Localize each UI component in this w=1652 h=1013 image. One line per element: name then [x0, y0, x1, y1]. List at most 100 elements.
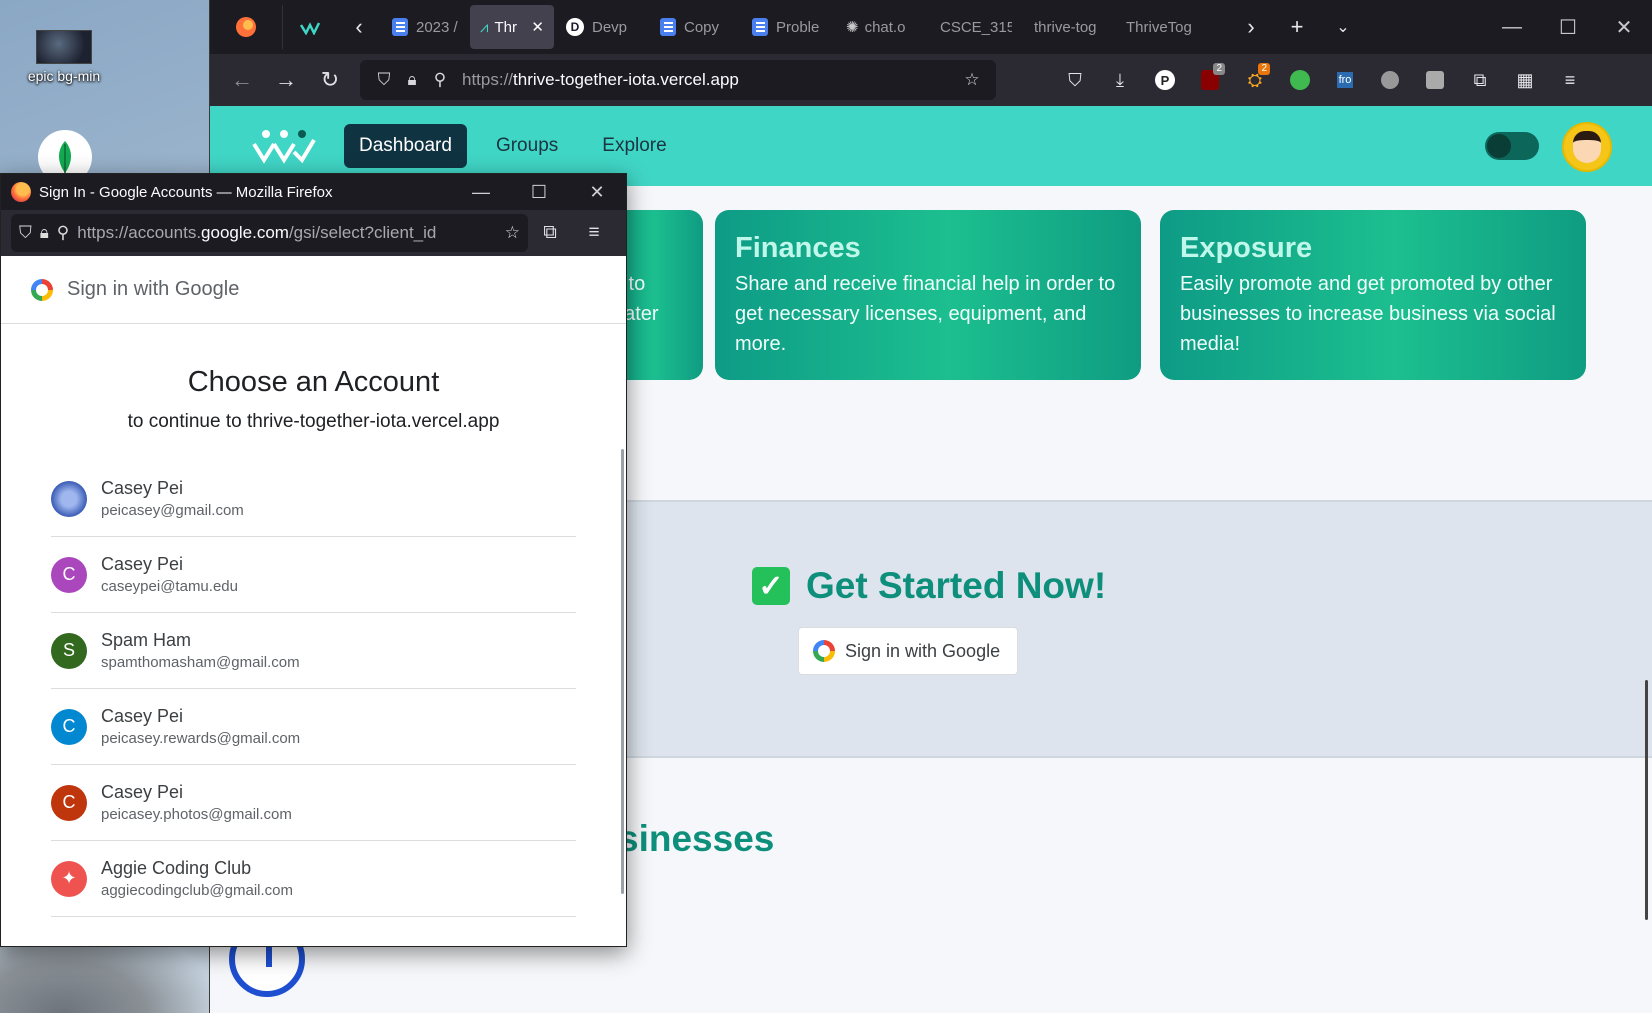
pocket-icon[interactable]: ⛉: [1058, 63, 1092, 97]
popup-window-controls: — ☐ ✕: [452, 174, 626, 210]
businesses-heading: sinesses: [618, 818, 775, 859]
lock-icon[interactable]: 🔒︎: [398, 70, 426, 90]
extension-green-circle-icon[interactable]: [1283, 63, 1317, 97]
tab-label: ThriveTog: [1126, 18, 1192, 36]
extension-grid-icon[interactable]: ▦: [1508, 63, 1542, 97]
bookmark-star-icon[interactable]: ☆: [958, 70, 986, 90]
tab-scroll-left-icon[interactable]: ‹: [336, 5, 382, 49]
bookmark-star-icon[interactable]: ☆: [505, 223, 520, 243]
firefox-view-icon[interactable]: [210, 5, 282, 49]
desktop-file-icon[interactable]: epic bg-min: [18, 30, 110, 84]
card-text: Share and receive financial help in orde…: [735, 273, 1116, 355]
extension-gray-icon[interactable]: [1373, 63, 1407, 97]
list-all-tabs-icon[interactable]: ⌄: [1320, 5, 1366, 49]
popup-menu-icon[interactable]: ≡: [572, 222, 616, 244]
tab-label: chat.o: [864, 18, 906, 36]
tab-label: CSCE_315: [940, 18, 1012, 36]
account-avatar: C: [51, 556, 87, 593]
reload-icon[interactable]: ↻: [308, 60, 352, 100]
theme-toggle[interactable]: [1485, 132, 1539, 160]
nav-link-groups[interactable]: Groups: [481, 124, 573, 168]
nav-link-dashboard[interactable]: Dashboard: [344, 124, 467, 168]
page-scrollbar[interactable]: [1645, 680, 1648, 920]
checkmark-icon: ✓: [752, 567, 790, 605]
address-bar[interactable]: ⛉ 🔒︎ ⚲ https://thrive-together-iota.verc…: [360, 60, 996, 100]
extensions-puzzle-icon[interactable]: ⧉: [1463, 63, 1497, 97]
extensions-toolbar: ⛉ ⤓ P 2 ⛭ 2 fro ⧉ ▦ ≡: [1058, 63, 1587, 97]
browser-tab[interactable]: ThriveTog: [1116, 5, 1206, 49]
url-text[interactable]: https://thrive-together-iota.vercel.app: [462, 70, 958, 90]
browser-tab[interactable]: 2023 /: [382, 5, 468, 49]
card-title: Exposure: [1180, 232, 1313, 264]
navigation-toolbar: ← → ↻ ⛉ 🔒︎ ⚲ https://thrive-together-iot…: [210, 54, 1652, 106]
tab-scroll-right-icon[interactable]: ›: [1228, 5, 1274, 49]
tab-list: 2023 / ⩘ Thr ✕ D Devp Copy Proble ✺ chat.o CSCE_31…: [382, 5, 1228, 49]
close-icon[interactable]: ✕: [1596, 0, 1652, 54]
account-row[interactable]: C Casey Pei caseypei@tamu.edu: [51, 537, 576, 613]
feature-card-finances: Finances Share and receive financial hel…: [715, 210, 1141, 380]
gsi-header: Sign in with Google: [1, 256, 626, 324]
user-avatar[interactable]: [1562, 122, 1612, 172]
account-row[interactable]: Casey Pei peicasey@gmail.com: [51, 461, 576, 537]
account-avatar: S: [51, 632, 87, 669]
new-tab-icon[interactable]: +: [1274, 5, 1320, 49]
popup-close-icon[interactable]: ✕: [568, 174, 626, 210]
pinned-tab-thrive-icon[interactable]: [282, 5, 336, 49]
account-row[interactable]: C Casey Pei peicasey.photos@gmail.com: [51, 765, 576, 841]
get-started-heading: ✓ Get Started Now!: [752, 565, 1106, 607]
back-icon[interactable]: ←: [220, 60, 264, 100]
site-navigation: Dashboard Groups Explore: [344, 124, 682, 168]
popup-minimize-icon[interactable]: —: [452, 174, 510, 210]
lock-icon[interactable]: 🔒︎: [40, 223, 49, 243]
firefox-icon: [11, 182, 31, 202]
browser-tab[interactable]: Copy: [650, 5, 740, 49]
permissions-icon[interactable]: ⚲: [426, 70, 454, 90]
extension-fro-icon[interactable]: fro: [1328, 63, 1362, 97]
popup-url-text[interactable]: https://accounts.google.com/gsi/select?c…: [77, 223, 436, 243]
extension-orange-icon[interactable]: ⛭ 2: [1238, 63, 1272, 97]
account-email: aggiecodingclub@gmail.com: [101, 882, 293, 899]
browser-tab[interactable]: CSCE_315: [930, 5, 1022, 49]
account-email: peicasey@gmail.com: [101, 502, 244, 519]
account-name: Casey Pei: [101, 478, 184, 498]
popup-maximize-icon[interactable]: ☐: [510, 174, 568, 210]
account-name: Spam Ham: [101, 630, 192, 650]
ublock-icon[interactable]: 2: [1193, 63, 1227, 97]
browser-tab[interactable]: t: [1208, 5, 1228, 49]
tracking-shield-icon[interactable]: ⛉: [370, 70, 398, 90]
popup-titlebar: Sign In - Google Accounts — Mozilla Fire…: [1, 174, 626, 210]
docs-icon: [660, 18, 676, 36]
account-row[interactable]: C Casey Pei peicasey.rewards@gmail.com: [51, 689, 576, 765]
extensions-puzzle-icon[interactable]: ⧉: [528, 222, 572, 244]
browser-tab[interactable]: ✺ chat.o: [836, 5, 928, 49]
thrive-logo-icon[interactable]: [250, 128, 318, 164]
app-menu-icon[interactable]: ≡: [1553, 63, 1587, 97]
shield-icon[interactable]: ⛉: [19, 223, 32, 243]
browser-tab[interactable]: ⩘ Thr ✕: [470, 5, 554, 49]
nav-link-explore[interactable]: Explore: [587, 124, 681, 168]
browser-tab[interactable]: Proble: [742, 5, 834, 49]
forward-icon[interactable]: →: [264, 60, 308, 100]
tab-close-icon[interactable]: ✕: [531, 18, 544, 36]
account-row[interactable]: ✦ Aggie Coding Club aggiecodingclub@gmail.…: [51, 841, 576, 917]
account-logo-avatar: ✦: [51, 860, 87, 897]
desktop-file-label: epic bg-min: [27, 68, 101, 84]
maximize-icon[interactable]: ☐: [1540, 0, 1596, 54]
extension-p-icon[interactable]: P: [1148, 63, 1182, 97]
google-signin-button[interactable]: Sign in with Google: [798, 627, 1018, 675]
browser-tab[interactable]: thrive-tog: [1024, 5, 1114, 49]
browser-tab[interactable]: D Devp: [556, 5, 648, 49]
account-info: Casey Pei peicasey@gmail.com: [101, 478, 244, 519]
card-title: Finances: [735, 232, 861, 264]
tab-label: Copy: [684, 18, 720, 36]
popup-url-field[interactable]: ⛉ 🔒︎ ⚲ https://accounts.google.com/gsi/s…: [11, 214, 528, 252]
image-thumbnail-icon: [36, 30, 92, 64]
popup-scrollbar[interactable]: [621, 449, 624, 894]
account-name: Casey Pei: [101, 554, 184, 574]
avatar-face-icon: [1573, 131, 1601, 163]
permissions-icon[interactable]: ⚲: [57, 223, 69, 243]
downloads-icon[interactable]: ⤓: [1103, 63, 1137, 97]
account-row[interactable]: S Spam Ham spamthomasham@gmail.com: [51, 613, 576, 689]
minimize-icon[interactable]: —: [1484, 0, 1540, 54]
extension-letter-icon[interactable]: [1418, 63, 1452, 97]
